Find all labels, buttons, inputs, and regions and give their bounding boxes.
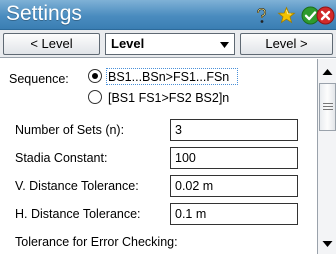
sequence-radio-2[interactable] [88, 90, 102, 104]
help-icon[interactable] [252, 6, 271, 25]
scroll-up-icon[interactable] [319, 64, 336, 81]
scroll-grip-line [323, 109, 333, 110]
error-checking-label: Tolerance for Error Checking: [15, 235, 178, 249]
scroll-down-icon[interactable] [319, 235, 336, 252]
stadia-constant-input[interactable]: 100 [170, 147, 298, 169]
window-title: Settings [6, 2, 82, 25]
v-distance-tolerance-label: V. Distance Tolerance: [15, 179, 139, 193]
number-of-sets-label: Number of Sets (n): [15, 123, 125, 137]
scroll-thumb[interactable] [319, 83, 336, 131]
h-distance-tolerance-label: H. Distance Tolerance: [15, 207, 141, 221]
sequence-option-2-label[interactable]: [BS1 FS1>FS2 BS2]n [108, 91, 229, 105]
stadia-constant-label: Stadia Constant: [15, 151, 108, 165]
sequence-label: Sequence: [9, 72, 69, 86]
title-bar: Settings [0, 0, 336, 30]
scroll-grip-line [323, 106, 333, 107]
settings-form: Sequence: BS1...BSn>FS1...FSn [BS1 FS1>F… [0, 59, 316, 254]
dropdown-arrow-icon [220, 42, 229, 48]
star-icon[interactable] [277, 6, 296, 25]
sequence-option-1-label[interactable]: BS1...BSn>FS1...FSn [108, 70, 229, 84]
previous-level-button[interactable]: < Level [3, 33, 100, 55]
scroll-grip-line [323, 103, 333, 104]
number-of-sets-input[interactable]: 3 [170, 119, 298, 141]
h-distance-tolerance-input[interactable]: 0.1 m [170, 203, 298, 225]
close-icon[interactable] [316, 6, 335, 25]
level-dropdown-value: Level [111, 36, 145, 51]
vertical-scrollbar[interactable] [317, 59, 336, 254]
level-dropdown[interactable]: Level [105, 33, 235, 55]
v-distance-tolerance-input[interactable]: 0.02 m [170, 175, 298, 197]
level-navigation-bar: < Level Level Level > [0, 30, 336, 58]
sequence-radio-1[interactable] [88, 69, 102, 83]
next-level-button[interactable]: Level > [240, 33, 333, 55]
